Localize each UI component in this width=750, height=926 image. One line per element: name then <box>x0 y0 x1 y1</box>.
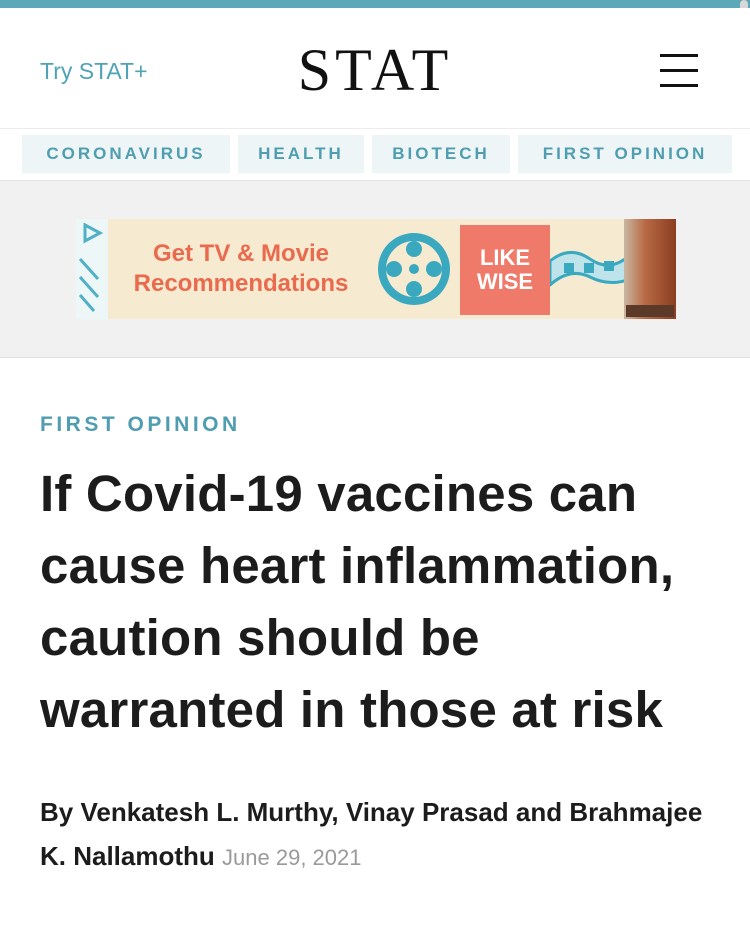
article-byline: By Venkatesh L. Murthy, Vinay Prasad and… <box>40 790 720 880</box>
likewise-line-2: WISE <box>476 269 534 294</box>
ad-band: Get TV & Movie Recommendations LIKE WISE <box>0 180 750 358</box>
nav-item-first-opinion[interactable]: FIRST OPINION <box>518 135 732 173</box>
nav-item-health[interactable]: HEALTH <box>238 135 364 173</box>
nav-item-biotech[interactable]: BIOTECH <box>372 135 510 173</box>
ad-choices-icon[interactable] <box>76 219 108 319</box>
menu-icon[interactable] <box>660 54 698 88</box>
film-reel-icon <box>378 233 450 305</box>
menu-icon-bar <box>660 54 698 57</box>
menu-icon-bar <box>660 84 698 87</box>
byline-authors: By Venkatesh L. Murthy, Vinay Prasad and… <box>40 797 703 871</box>
section-nav: CORONAVIRUS HEALTH BIOTECH FIRST OPINION <box>0 128 750 180</box>
menu-icon-bar <box>660 69 698 72</box>
film-strip-icon <box>550 251 630 288</box>
article-headline: If Covid-19 vaccines can cause heart inf… <box>40 465 675 738</box>
book-cover-label <box>626 305 674 317</box>
nav-item-coronavirus[interactable]: CORONAVIRUS <box>22 135 230 173</box>
site-header: Try STAT+ STAT <box>0 8 750 128</box>
likewise-logo[interactable]: LIKE WISE <box>460 225 550 315</box>
article-kicker[interactable]: FIRST OPINION <box>40 413 241 437</box>
advertisement-banner[interactable]: Get TV & Movie Recommendations LIKE WISE <box>76 219 676 319</box>
top-accent-rule <box>0 0 750 8</box>
book-cover-image <box>624 219 676 319</box>
stat-logo[interactable]: STAT <box>0 36 750 105</box>
publish-date: June 29, 2021 <box>222 845 362 870</box>
likewise-line-1: LIKE <box>479 245 531 270</box>
ad-headline: Get TV & Movie Recommendations <box>133 240 349 297</box>
